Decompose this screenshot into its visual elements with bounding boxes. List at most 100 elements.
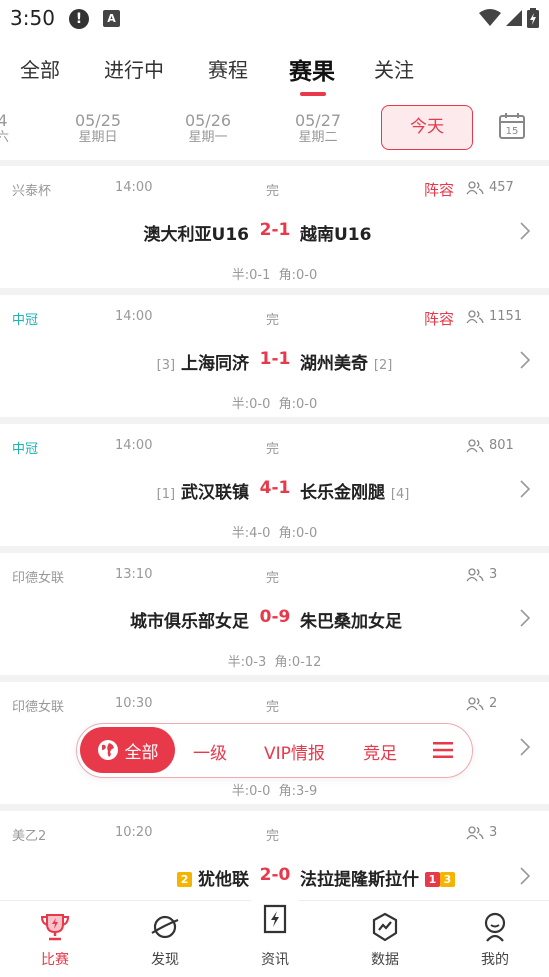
match-score: 4-1: [259, 478, 291, 498]
chevron-right-icon: [520, 738, 531, 756]
nav-profile[interactable]: 我的: [440, 901, 549, 977]
yellow-card-badge: 3: [439, 872, 455, 887]
kickoff-time: 10:30: [115, 696, 153, 711]
match-card[interactable]: 印德女联 13:10 完 3 城市俱乐部女足 0-9 朱巴桑加女足 半:0-3 …: [0, 553, 549, 675]
trophy-icon: [40, 914, 70, 941]
kickoff-time: 14:00: [115, 438, 153, 453]
match-score: 0-9: [259, 607, 291, 627]
away-team: 越南U16: [300, 225, 372, 245]
away-rank: [4]: [390, 487, 410, 502]
match-status: 完: [266, 571, 280, 586]
data-shield-icon: [372, 912, 398, 942]
chevron-right-icon: [520, 867, 531, 885]
filter-tier1[interactable]: 一级: [193, 739, 227, 764]
menu-icon[interactable]: [433, 742, 453, 758]
match-list: 兴泰杯 14:00 完 阵容 457 澳大利亚U16 2-1 越南U16 半:0…: [0, 160, 549, 900]
away-team: 长乐金刚腿 [4]: [300, 483, 410, 503]
match-status: 完: [266, 313, 280, 328]
tab-all[interactable]: 全部: [20, 54, 60, 83]
battery-icon: [527, 8, 539, 28]
yellow-card-badge: 2: [177, 872, 193, 887]
profile-icon: [484, 912, 506, 942]
match-detail: 半:0-0 角:0-0: [231, 397, 318, 412]
away-rank: [2]: [373, 358, 393, 373]
home-rank: [1]: [156, 487, 176, 502]
date-item[interactable]: 05/25 星期日: [68, 112, 128, 146]
tab-results[interactable]: 赛果: [289, 52, 335, 86]
people-icon: [466, 825, 484, 839]
home-team: 城市俱乐部女足: [130, 612, 249, 632]
home-rank: [3]: [156, 358, 176, 373]
home-team: 澳大利亚U16: [143, 225, 249, 245]
tab-live[interactable]: 进行中: [104, 54, 164, 83]
match-score: 1-1: [259, 349, 291, 369]
nav-discover[interactable]: 发现: [110, 901, 220, 977]
match-status: 完: [266, 184, 280, 199]
planet-icon: [151, 915, 179, 939]
match-card[interactable]: 中冠 14:00 完 阵容 1151 [3] 上海同济 1-1 湖州美奇 [2]…: [0, 295, 549, 417]
match-status: 完: [266, 700, 280, 715]
kickoff-time: 13:10: [115, 567, 153, 582]
lineup-link[interactable]: 阵容: [424, 308, 454, 329]
news-icon: [263, 904, 287, 934]
viewers-count: 2: [466, 696, 497, 711]
league-name: 印德女联: [12, 700, 65, 715]
calendar-icon[interactable]: 15: [498, 112, 526, 140]
filter-jingzu[interactable]: 竞足: [363, 739, 397, 764]
league-name: 中冠: [12, 442, 39, 457]
viewers-count: 801: [466, 438, 514, 453]
nav-data[interactable]: 数据: [330, 901, 440, 977]
status-time: 3:50: [10, 6, 55, 30]
filter-all-button[interactable]: 全部: [80, 727, 175, 773]
wifi-icon: [479, 9, 501, 26]
people-icon: [466, 696, 484, 710]
chevron-right-icon: [520, 351, 531, 369]
globe-icon: [97, 740, 118, 760]
match-status: 完: [266, 829, 280, 844]
league-filter-bar: 全部 一级 VIP情报 竞足: [76, 723, 473, 778]
away-team: 法拉提隆斯拉什 13: [300, 865, 455, 890]
chevron-right-icon: [520, 480, 531, 498]
kickoff-time: 10:20: [115, 825, 153, 840]
match-detail: 半:0-0 角:3-9: [231, 784, 318, 799]
home-team: 2 犹他联: [177, 865, 249, 890]
nav-news[interactable]: 资讯: [220, 901, 330, 977]
league-name: 美乙2: [12, 829, 47, 844]
nav-matches[interactable]: 比赛: [0, 901, 110, 977]
lineup-link[interactable]: 阵容: [424, 179, 454, 200]
red-card-badge: 1: [424, 872, 440, 887]
tab-follow[interactable]: 关注: [374, 54, 414, 83]
people-icon: [466, 567, 484, 581]
match-card[interactable]: 中冠 14:00 完 801 [1] 武汉联镇 4-1 长乐金刚腿 [4] 半:…: [0, 424, 549, 546]
match-detail: 半:0-3 角:0-12: [227, 655, 322, 670]
match-score: 2-0: [259, 865, 291, 885]
league-name: 印德女联: [12, 571, 65, 586]
home-team: [1] 武汉联镇: [156, 483, 249, 503]
filter-vip-intel[interactable]: VIP情报: [264, 739, 325, 764]
people-icon: [466, 309, 484, 323]
viewers-count: 3: [466, 825, 497, 840]
top-tabs: 全部 进行中 赛程 赛果 关注: [0, 48, 549, 98]
date-item[interactable]: 05/26 星期一: [178, 112, 238, 146]
match-status: 完: [266, 442, 280, 457]
today-button[interactable]: 今天: [381, 105, 473, 150]
status-bar: 3:50 ! A: [0, 0, 549, 36]
away-team: 朱巴桑加女足: [300, 612, 402, 632]
chevron-right-icon: [520, 222, 531, 240]
match-card[interactable]: 兴泰杯 14:00 完 阵容 457 澳大利亚U16 2-1 越南U16 半:0…: [0, 166, 549, 288]
date-item[interactable]: 05/27 星期二: [288, 112, 348, 146]
viewers-count: 3: [466, 567, 497, 582]
system-icons: [479, 7, 539, 29]
signal-icon: [506, 10, 522, 26]
viewers-count: 1151: [466, 309, 522, 324]
chevron-right-icon: [520, 609, 531, 627]
home-team: [3] 上海同济: [156, 354, 249, 374]
tab-schedule[interactable]: 赛程: [208, 54, 248, 83]
league-name: 兴泰杯: [12, 184, 52, 199]
date-item[interactable]: 4 六: [0, 112, 9, 146]
match-card[interactable]: 美乙2 10:20 完 3 2 犹他联 2-0 法拉提隆斯拉什 13: [0, 811, 549, 900]
app-notification-icon: A: [103, 10, 120, 27]
alert-icon: !: [69, 9, 89, 29]
viewers-count: 457: [466, 180, 514, 195]
league-name: 中冠: [12, 313, 39, 328]
